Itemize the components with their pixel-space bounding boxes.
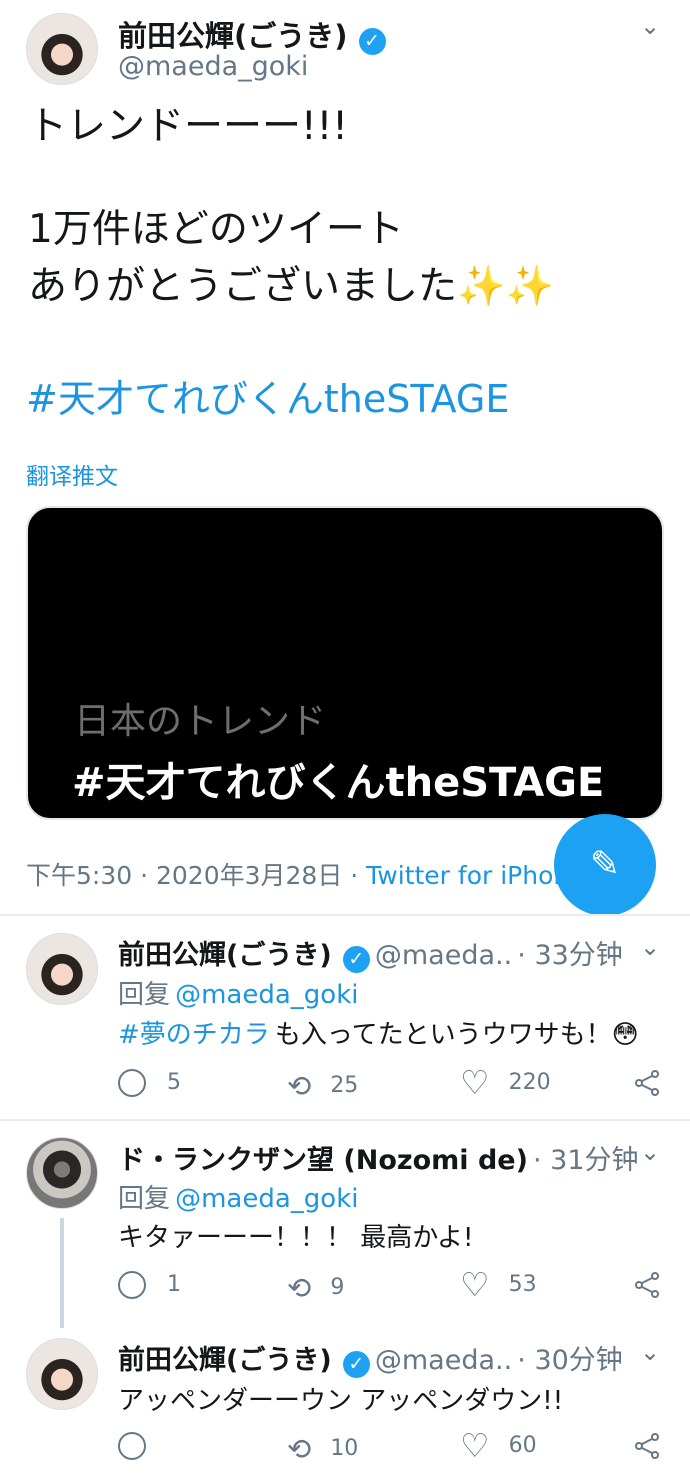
reply-icon [118, 1432, 146, 1460]
reply-count: 1 [167, 1272, 181, 1297]
reply-3-avatar[interactable] [26, 1338, 98, 1410]
author-name-row[interactable]: 前田公輝(ごうき) ✓ [118, 13, 386, 55]
reply-1-handle[interactable]: @maeda.. [375, 940, 512, 971]
reply-3-body: アッペンダーーウン アッペンダウン!! [118, 1386, 564, 1416]
reply-1-avatar[interactable] [26, 933, 98, 1005]
tweet-text-line-3: ありがとうございました✨✨ [28, 264, 555, 309]
divider [0, 914, 690, 916]
reply-icon [118, 1069, 146, 1097]
reply-2-time: · 31分钟 [533, 1145, 639, 1176]
retweet-button[interactable]: ⟲ 10 [287, 1432, 358, 1466]
reply-3-time: · 30分钟 [517, 1345, 623, 1376]
share-button[interactable] [633, 1432, 661, 1460]
reply-1-reply-to: 回复 @maeda_goki [118, 974, 359, 1011]
like-icon: ♡ [460, 1063, 490, 1102]
retweet-icon: ⟲ [287, 1432, 312, 1466]
compose-icon: ✎ [589, 844, 621, 885]
reply-1-menu-chevron-icon[interactable]: ⌄ [636, 933, 664, 961]
author-display-name[interactable]: 前田公輝(ごうき) [118, 19, 348, 53]
retweet-button[interactable]: ⟲ 25 [287, 1069, 358, 1103]
share-button[interactable] [633, 1069, 661, 1097]
reply-1-display-name[interactable]: 前田公輝(ごうき) [118, 940, 332, 971]
reply-button[interactable]: 1 [118, 1271, 181, 1299]
tweet-hashtag-link[interactable]: #天才てれびくんtheSTAGE [26, 368, 509, 423]
reply-button[interactable] [118, 1432, 160, 1460]
reply-2-reply-to: 回复 @maeda_goki [118, 1178, 359, 1215]
like-icon: ♡ [460, 1265, 490, 1304]
verified-icon: ✓ [342, 1351, 370, 1378]
like-button[interactable]: ♡ 53 [460, 1265, 537, 1304]
share-icon [635, 1070, 659, 1096]
reply-2-display-name[interactable]: ド・ランクザン望 (Nozomi de) [118, 1145, 528, 1176]
reply-3-display-name[interactable]: 前田公輝(ごうき) [118, 1345, 332, 1376]
retweet-count: 9 [330, 1275, 345, 1300]
retweet-icon: ⟲ [287, 1271, 312, 1305]
verified-icon: ✓ [358, 28, 386, 55]
tweet-meta: 下午5:30 · 2020年3月28日 · Twitter for iPhone [26, 856, 585, 892]
tweet-text-line-1: トレンドーーー!!! [28, 104, 348, 149]
reply-2-header: ド・ランクザン望 (Nozomi de) · 31分钟 [118, 1138, 639, 1177]
retweet-count: 10 [330, 1436, 359, 1461]
reply-to-label: 回复 [118, 980, 171, 1010]
share-button[interactable] [633, 1271, 661, 1299]
reply-to-label: 回复 [118, 1184, 171, 1214]
reply-1-hashtag-link[interactable]: #夢のチカラ [118, 1020, 270, 1050]
reply-count: 5 [167, 1070, 181, 1095]
like-icon: ♡ [460, 1426, 490, 1465]
reply-3-header: 前田公輝(ごうき) ✓ @maeda.. · 30分钟 [118, 1338, 623, 1378]
reply-2-body: キタァーーー！！！ 最高かよ! [118, 1223, 474, 1253]
reply-1-body: も入ってたというウワサも！😳 [274, 1020, 639, 1050]
reply-1-text: #夢のチカラ も入ってたというウワサも！😳 [118, 1014, 639, 1051]
retweet-icon: ⟲ [287, 1069, 312, 1103]
media-trend-label: 日本のトレンド [74, 701, 327, 742]
author-avatar[interactable] [26, 13, 98, 85]
tweet-time: 下午5:30 · 2020年3月28日 · [26, 861, 359, 890]
like-count: 60 [508, 1433, 537, 1458]
like-button[interactable]: ♡ 220 [460, 1063, 551, 1102]
tweet-media-image[interactable]: 日本のトレンド #天才てれびくんtheSTAGE [26, 506, 664, 820]
tweet-text-line-2: 1万件ほどのツイート [28, 207, 404, 252]
verified-icon: ✓ [342, 946, 370, 973]
reply-to-handle[interactable]: @maeda_goki [175, 1184, 358, 1214]
reply-to-handle[interactable]: @maeda_goki [175, 980, 358, 1010]
compose-button[interactable]: ✎ [554, 814, 656, 916]
reply-button[interactable]: 5 [118, 1069, 181, 1097]
retweet-count: 25 [330, 1073, 359, 1098]
media-trend-hashtag: #天才てれびくんtheSTAGE [72, 760, 605, 806]
reply-3-handle[interactable]: @maeda.. [375, 1345, 512, 1376]
like-button[interactable]: ♡ 60 [460, 1426, 537, 1465]
share-icon [635, 1433, 659, 1459]
translate-tweet-link[interactable]: 翻译推文 [26, 457, 118, 491]
like-count: 53 [508, 1272, 537, 1297]
tweet-menu-chevron-icon[interactable]: ⌄ [636, 12, 664, 40]
tweet-source-link[interactable]: Twitter for iPhone [366, 861, 584, 890]
reply-1-header: 前田公輝(ごうき) ✓ @maeda.. · 33分钟 [118, 933, 623, 973]
retweet-button[interactable]: ⟲ 9 [287, 1271, 344, 1305]
like-count: 220 [508, 1070, 551, 1095]
reply-2-avatar[interactable] [26, 1137, 98, 1209]
divider [0, 1119, 690, 1121]
reply-3-menu-chevron-icon[interactable]: ⌄ [636, 1338, 664, 1366]
author-handle[interactable]: @maeda_goki [118, 51, 308, 82]
share-icon [635, 1272, 659, 1298]
reply-2-menu-chevron-icon[interactable]: ⌄ [636, 1138, 664, 1166]
reply-1-time: · 33分钟 [517, 940, 623, 971]
thread-connector-line [60, 1218, 64, 1328]
reply-icon [118, 1271, 146, 1299]
